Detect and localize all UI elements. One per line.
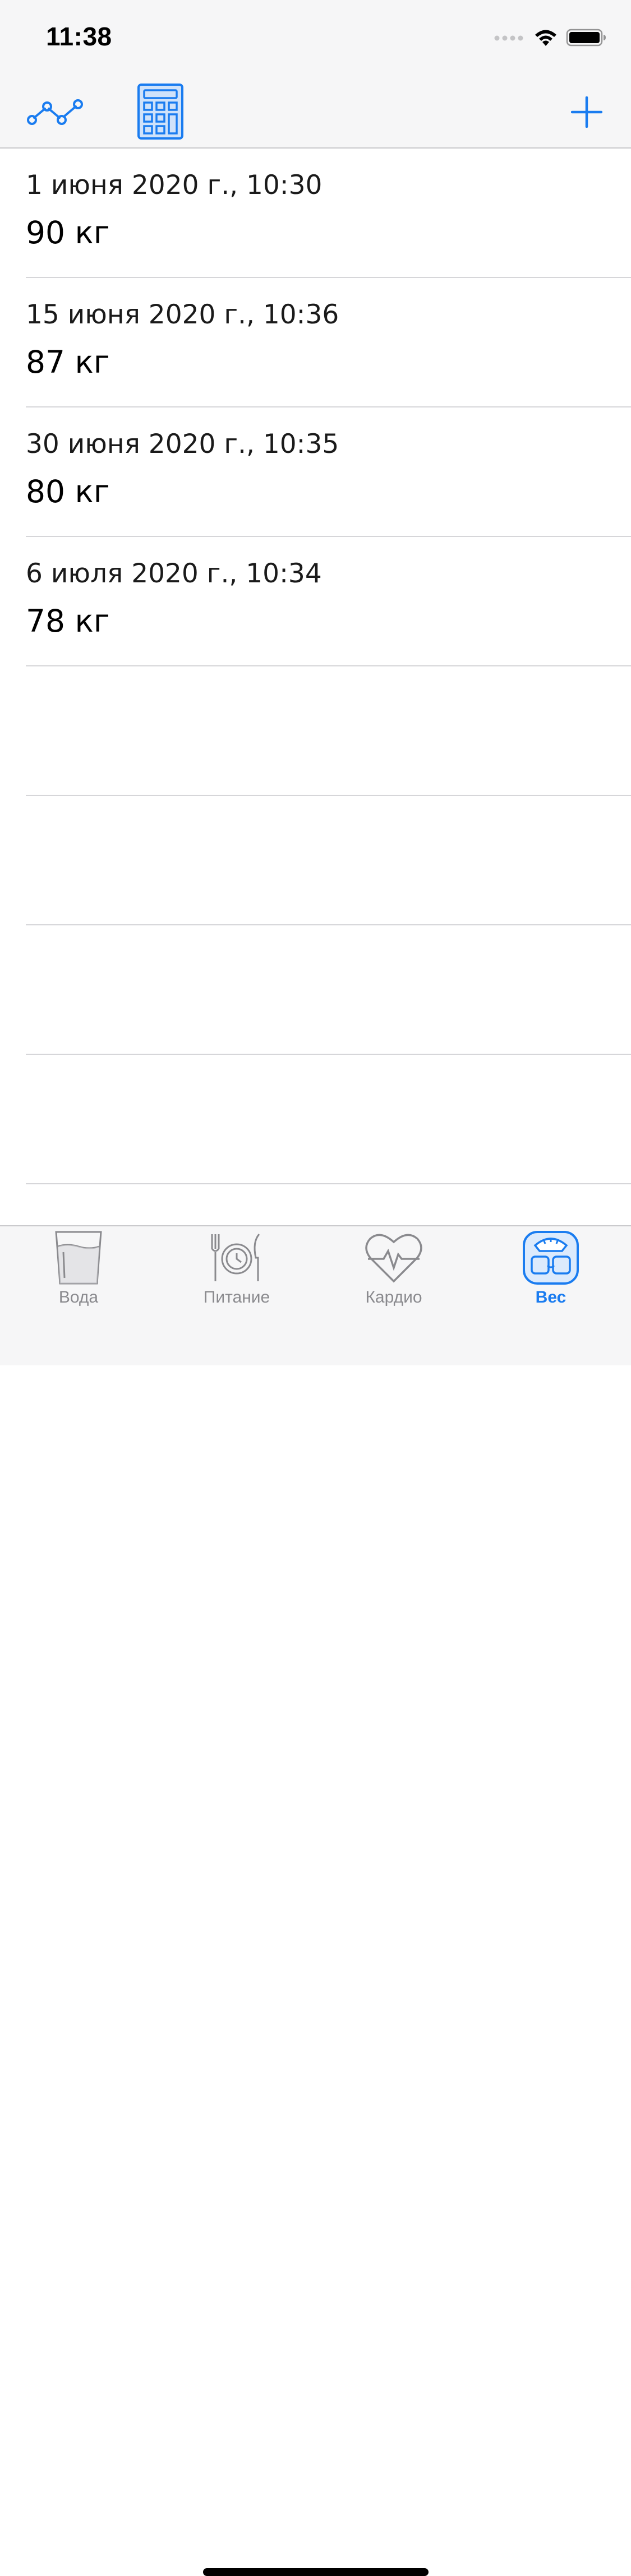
empty-row <box>0 1055 631 1184</box>
tab-label: Вода <box>58 1288 99 1306</box>
plate-cutlery-icon <box>206 1230 268 1286</box>
tab-label: Кардио <box>365 1288 422 1306</box>
tab-weight[interactable]: Вес <box>495 1230 607 1314</box>
tab-water[interactable]: Вода <box>22 1230 135 1314</box>
weight-entries-list: 1 июня 2020 г., 10:30 90 кг 15 июня 2020… <box>0 149 631 1184</box>
tab-label: Вес <box>535 1288 566 1306</box>
empty-row <box>0 666 631 796</box>
list-item[interactable]: 15 июня 2020 г., 10:36 87 кг <box>0 278 631 407</box>
add-icon <box>571 96 602 128</box>
empty-row <box>0 796 631 925</box>
calculator-button[interactable] <box>135 81 186 142</box>
entry-weight: 90 кг <box>26 215 110 251</box>
scale-icon <box>520 1230 582 1286</box>
water-glass-icon <box>48 1230 109 1286</box>
status-bar: 11:38 <box>0 0 631 74</box>
heart-pulse-icon <box>363 1230 425 1286</box>
chart-button[interactable] <box>25 90 86 135</box>
chart-icon <box>27 99 83 125</box>
calculator-icon <box>137 84 183 140</box>
status-icons <box>494 28 607 49</box>
battery-icon <box>566 28 607 49</box>
tab-bar: Вода Питание Кардио Вес <box>0 1225 631 2576</box>
entry-weight: 80 кг <box>26 474 110 509</box>
entry-date: 1 июня 2020 г., 10:30 <box>26 170 323 201</box>
status-time: 11:38 <box>46 22 112 51</box>
entry-date: 6 июля 2020 г., 10:34 <box>26 558 322 589</box>
list-item[interactable]: 1 июня 2020 г., 10:30 90 кг <box>0 149 631 278</box>
entry-date: 30 июня 2020 г., 10:35 <box>26 429 339 460</box>
empty-row <box>0 925 631 1055</box>
nav-bar <box>0 74 631 149</box>
tab-cardio[interactable]: Кардио <box>338 1230 450 1314</box>
entry-weight: 87 кг <box>26 344 110 380</box>
cellular-dots-icon <box>494 34 526 44</box>
add-entry-button[interactable] <box>564 90 609 135</box>
tab-label: Питание <box>203 1288 270 1306</box>
entry-weight: 78 кг <box>26 603 110 639</box>
wifi-icon <box>533 28 558 49</box>
tab-nutrition[interactable]: Питание <box>181 1230 293 1314</box>
entry-date: 15 июня 2020 г., 10:36 <box>26 299 339 330</box>
home-indicator[interactable] <box>203 2568 429 2576</box>
list-item[interactable]: 30 июня 2020 г., 10:35 80 кг <box>0 407 631 537</box>
list-item[interactable]: 6 июля 2020 г., 10:34 78 кг <box>0 537 631 666</box>
